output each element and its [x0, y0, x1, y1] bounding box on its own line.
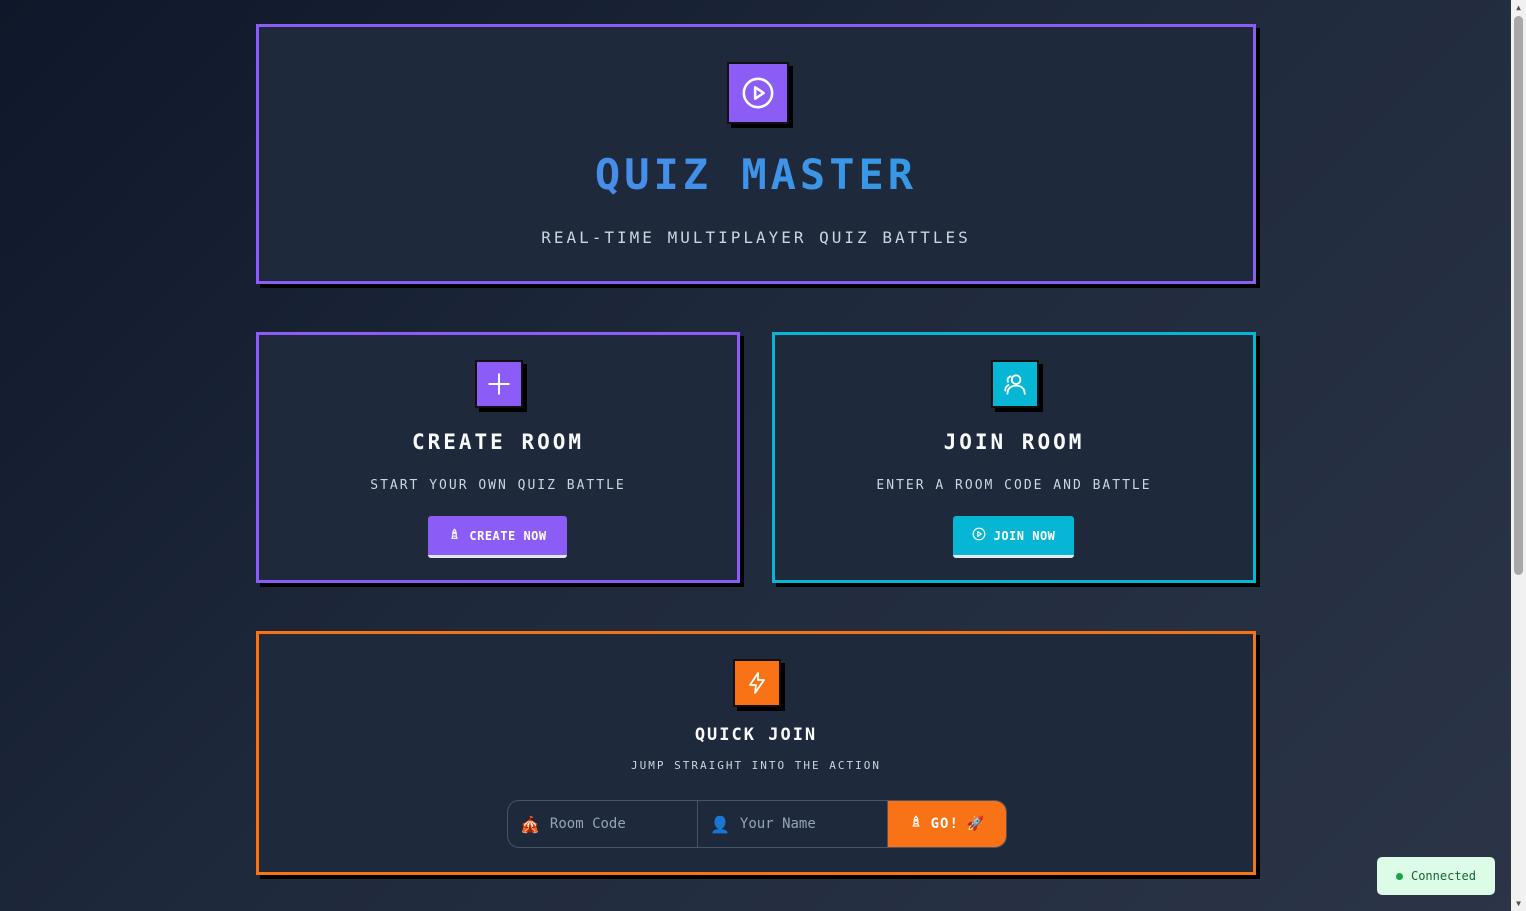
rocket-icon	[909, 815, 923, 833]
join-room-subtitle: ENTER A ROOM CODE AND BATTLE	[876, 478, 1152, 493]
play-circle-icon	[972, 527, 986, 544]
quick-join-form: 🎪 👤 GO! 🚀	[507, 800, 1007, 848]
name-field: 👤	[698, 801, 888, 847]
user-icon: 👤	[710, 814, 730, 834]
scrollbar-thumb[interactable]	[1514, 16, 1523, 575]
status-dot-icon	[1395, 872, 1403, 880]
go-button[interactable]: GO! 🚀	[888, 801, 1006, 847]
create-room-subtitle: START YOUR OWN QUIZ BATTLE	[370, 478, 626, 493]
create-now-label: CREATE NOW	[469, 528, 547, 543]
users-icon	[991, 360, 1039, 408]
hero-banner: QUIZ MASTER REAL-TIME MULTIPLAYER QUIZ B…	[256, 24, 1256, 284]
circus-tent-icon: 🎪	[520, 814, 540, 834]
quick-join-title: QUICK JOIN	[694, 725, 818, 745]
rocket-icon	[448, 528, 461, 544]
main-container: QUIZ MASTER REAL-TIME MULTIPLAYER QUIZ B…	[256, 24, 1256, 875]
scroll-down-arrow-icon[interactable]: ▼	[1511, 896, 1526, 911]
quick-join-card: QUICK JOIN JUMP STRAIGHT INTO THE ACTION…	[256, 631, 1256, 875]
join-now-label: JOIN NOW	[993, 528, 1056, 543]
create-room-card: CREATE ROOM START YOUR OWN QUIZ BATTLE C…	[256, 332, 740, 583]
room-code-input[interactable]	[549, 816, 680, 832]
connection-status-label: Connected	[1410, 869, 1477, 883]
play-circle-icon	[727, 62, 789, 124]
quick-join-subtitle: JUMP STRAIGHT INTO THE ACTION	[630, 759, 882, 772]
create-now-button[interactable]: CREATE NOW	[428, 516, 567, 558]
join-room-title: JOIN ROOM	[943, 430, 1085, 454]
plus-icon	[475, 360, 523, 408]
app-subtitle: REAL-TIME MULTIPLAYER QUIZ BATTLES	[541, 228, 971, 247]
scrollbar[interactable]: ▲ ▼	[1511, 0, 1526, 911]
lightning-icon	[733, 659, 781, 707]
create-room-title: CREATE ROOM	[411, 430, 585, 454]
go-label: GO!	[930, 816, 959, 832]
app-title: QUIZ MASTER	[259, 150, 1253, 199]
scroll-up-arrow-icon[interactable]: ▲	[1511, 0, 1526, 15]
join-now-button[interactable]: JOIN NOW	[953, 516, 1074, 558]
join-room-card: JOIN ROOM ENTER A ROOM CODE AND BATTLE J…	[772, 332, 1256, 583]
name-input[interactable]	[739, 816, 870, 832]
action-cards: CREATE ROOM START YOUR OWN QUIZ BATTLE C…	[256, 332, 1256, 583]
room-code-field: 🎪	[508, 801, 698, 847]
connection-status-badge: Connected	[1377, 857, 1495, 895]
rocket-emoji-icon: 🚀	[966, 816, 986, 832]
